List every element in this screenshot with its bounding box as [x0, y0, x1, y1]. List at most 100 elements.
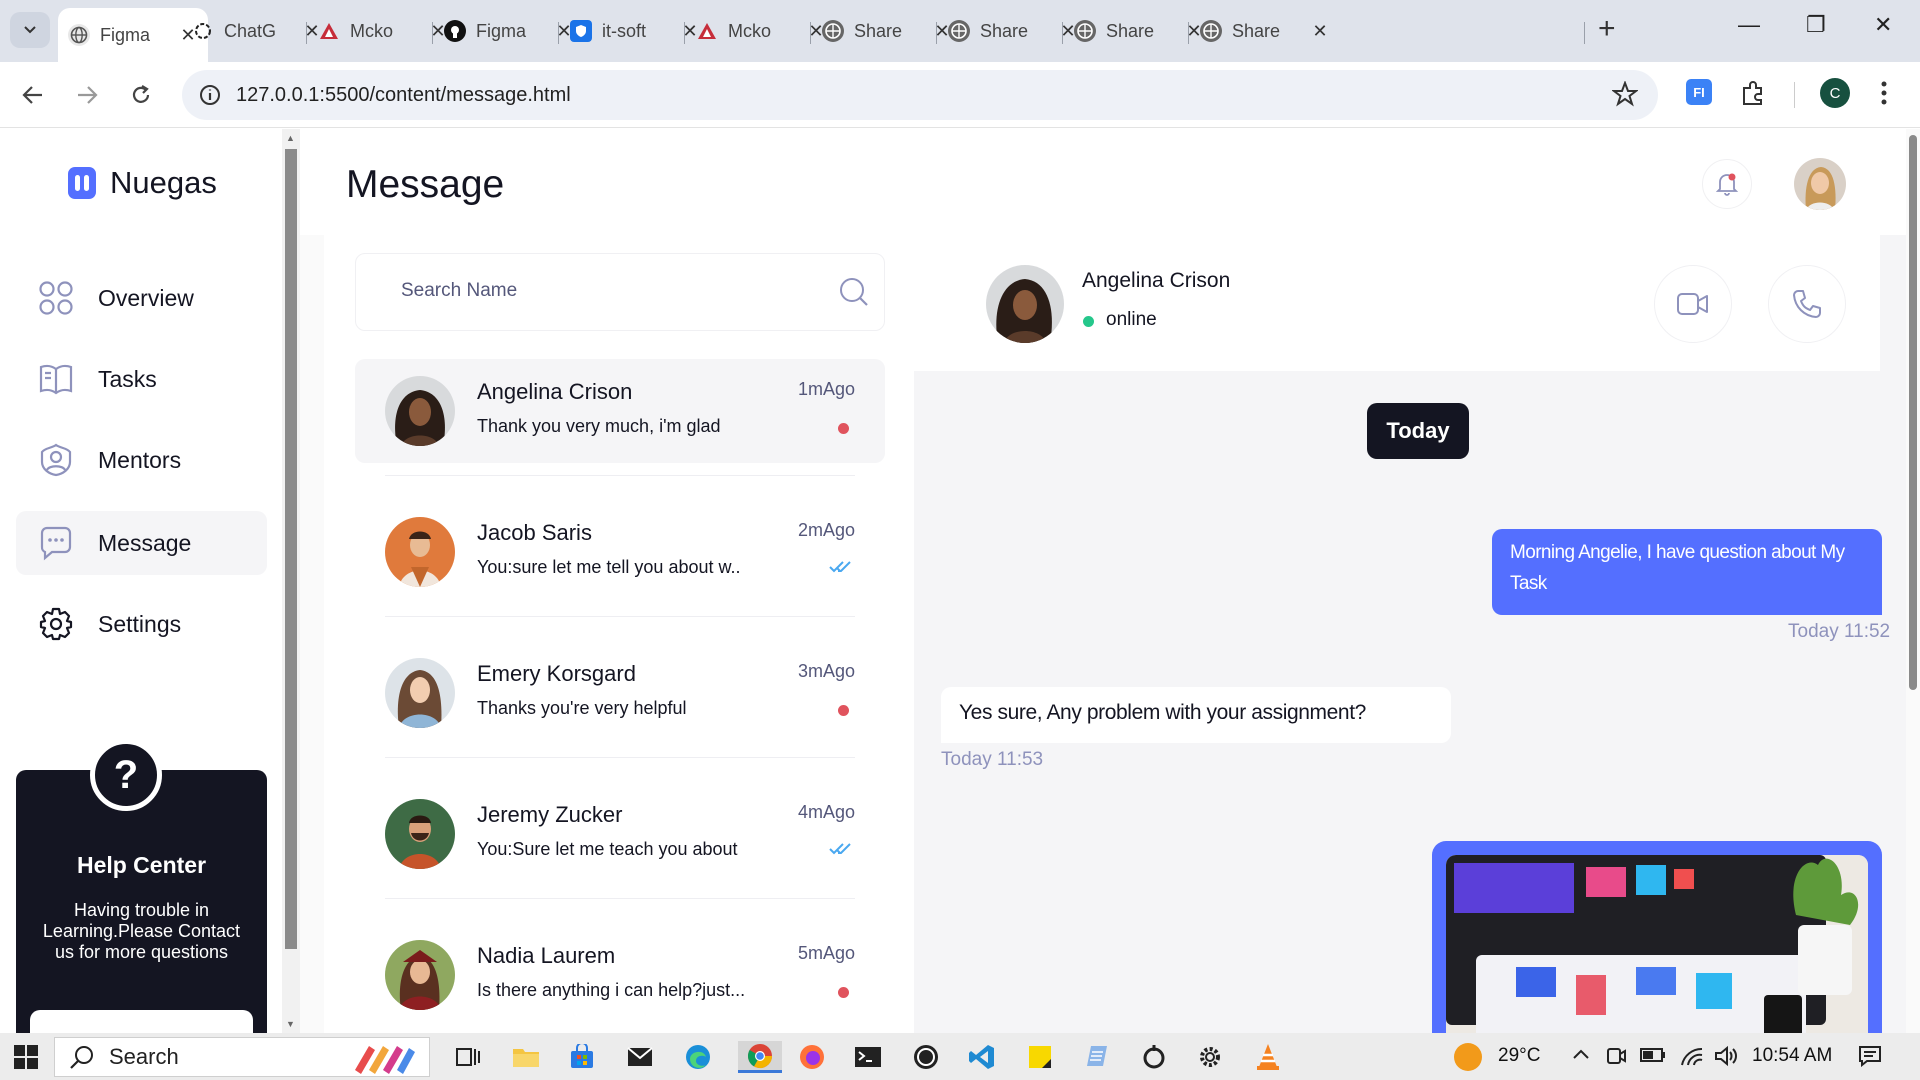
scroll-up-icon[interactable]: ▲ — [286, 133, 295, 143]
extension-fi-label: FI — [1686, 79, 1712, 105]
help-center-card: Help Center Having trouble in Learning.P… — [16, 770, 267, 1033]
contact-status: online — [1106, 309, 1157, 330]
extension-fi-icon[interactable]: FI — [1686, 79, 1712, 105]
voice-call-button[interactable] — [1768, 265, 1846, 343]
chevron-up-icon[interactable] — [1572, 1047, 1590, 1065]
divider — [385, 898, 855, 899]
image-message[interactable] — [1432, 841, 1882, 1033]
sidebar-item-tasks[interactable]: Tasks — [16, 347, 267, 411]
task-view-icon[interactable] — [452, 1041, 484, 1073]
workspace-photo — [1446, 855, 1868, 1033]
conversation-item[interactable]: Nadia Laurem Is there anything i can hel… — [355, 923, 885, 1027]
scrollbar-thumb[interactable] — [1909, 135, 1917, 690]
forward-button[interactable] — [70, 78, 104, 112]
tab-title: Figma — [100, 24, 151, 45]
minimize-icon[interactable]: — — [1738, 12, 1760, 38]
site-info-icon[interactable] — [198, 83, 222, 112]
conversation-item[interactable]: Jacob Saris You:sure let me tell you abo… — [355, 500, 885, 604]
notepad-icon[interactable] — [1080, 1041, 1112, 1073]
notification-center-icon[interactable] — [1858, 1045, 1882, 1072]
more-vert-icon[interactable] — [1880, 80, 1888, 111]
unread-dot — [838, 705, 849, 716]
book-icon — [39, 364, 73, 395]
tab-title: Share — [980, 20, 1029, 41]
conversation-item[interactable]: Angelina Crison Thank you very much, i'm… — [355, 359, 885, 463]
address-bar[interactable]: 127.0.0.1:5500/content/message.html — [182, 70, 1658, 120]
outgoing-message[interactable]: Morning Angelie, I have question about M… — [1492, 529, 1882, 615]
sticky-notes-icon[interactable] — [1024, 1041, 1056, 1073]
sidebar-item-label: Message — [98, 529, 192, 556]
browser-tab[interactable]: Share ✕ — [1190, 8, 1340, 54]
grid-icon — [39, 281, 73, 315]
help-center-button[interactable] — [30, 1010, 253, 1033]
day-separator: Today — [1367, 403, 1469, 459]
mcko-icon — [318, 20, 340, 42]
windows-start-icon[interactable] — [14, 1045, 38, 1074]
tab-title: Share — [854, 20, 903, 41]
sidebar-item-message[interactable]: Message — [16, 511, 267, 575]
tab-title: Mcko — [728, 20, 772, 41]
user-avatar[interactable] — [1794, 158, 1846, 210]
sidebar: Nuegas Overview Tasks Mentors Message Se… — [0, 129, 282, 1033]
search-input[interactable] — [401, 280, 821, 302]
sidebar-item-settings[interactable]: Settings — [16, 592, 267, 656]
conversation-item[interactable]: Jeremy Zucker You:Sure let me teach you … — [355, 782, 885, 886]
conversation-item[interactable]: Emery Korsgard Thanks you're very helpfu… — [355, 641, 885, 745]
conversation-preview: Thanks you're very helpful — [477, 698, 687, 718]
close-window-icon[interactable]: ✕ — [1874, 12, 1892, 38]
bookmark-star-icon[interactable] — [1611, 80, 1639, 112]
weather-sun-icon[interactable] — [1454, 1043, 1482, 1071]
search-icon[interactable] — [838, 276, 870, 313]
conversation-preview: You:Sure let me teach you about — [477, 839, 738, 859]
phone-icon — [1793, 290, 1821, 318]
chrome-icon[interactable] — [738, 1041, 782, 1073]
divider — [385, 757, 855, 758]
brand[interactable]: Nuegas — [68, 165, 217, 201]
reload-button[interactable] — [124, 78, 158, 112]
page-viewport: Nuegas Overview Tasks Mentors Message Se… — [0, 129, 1920, 1033]
vlc-icon[interactable] — [1252, 1041, 1284, 1073]
volume-icon[interactable] — [1714, 1045, 1738, 1072]
settings-gear-icon[interactable] — [1194, 1041, 1226, 1073]
scrollbar-thumb[interactable] — [285, 149, 297, 949]
gear-icon — [39, 607, 73, 641]
sidebar-scrollbar[interactable]: ▲ ▼ — [282, 129, 300, 1033]
weather-temperature[interactable]: 29°C — [1498, 1045, 1540, 1067]
close-icon[interactable]: ✕ — [1310, 21, 1330, 42]
video-call-button[interactable] — [1654, 265, 1732, 343]
wifi-icon[interactable] — [1680, 1045, 1704, 1072]
contact-avatar[interactable] — [986, 265, 1064, 343]
scroll-down-icon[interactable]: ▼ — [286, 1019, 295, 1029]
search-box[interactable] — [355, 253, 885, 331]
obs-icon[interactable] — [1138, 1041, 1170, 1073]
search-icon — [70, 1046, 93, 1069]
conversation-preview: Thank you very much, i'm glad — [477, 416, 721, 436]
battery-icon[interactable] — [1640, 1047, 1666, 1068]
edge-icon[interactable] — [682, 1041, 714, 1073]
terminal-icon[interactable] — [852, 1041, 884, 1073]
profile-avatar[interactable]: C — [1820, 78, 1850, 108]
whatsapp-icon[interactable] — [910, 1041, 942, 1073]
extensions-puzzle-icon[interactable] — [1740, 80, 1766, 111]
new-tab-button[interactable]: + — [1598, 14, 1616, 44]
sidebar-item-mentors[interactable]: Mentors — [16, 428, 267, 492]
clock[interactable]: 10:54 AM — [1752, 1045, 1832, 1067]
conversation-list: Angelina Crison Thank you very much, i'm… — [324, 235, 914, 1033]
notification-button[interactable] — [1702, 159, 1752, 209]
vscode-icon[interactable] — [966, 1041, 998, 1073]
incoming-message[interactable]: Yes sure, Any problem with your assignme… — [941, 687, 1451, 743]
back-button[interactable] — [16, 78, 50, 112]
restore-icon[interactable]: ❐ — [1806, 12, 1826, 38]
store-icon[interactable] — [566, 1041, 598, 1073]
file-explorer-icon[interactable] — [510, 1041, 542, 1073]
taskbar-search[interactable]: Search — [54, 1037, 430, 1077]
page-scrollbar[interactable] — [1906, 129, 1920, 1033]
mail-icon[interactable] — [624, 1041, 656, 1073]
tab-search-button[interactable] — [10, 12, 50, 48]
meet-now-icon[interactable] — [1606, 1045, 1626, 1072]
globe-icon — [948, 20, 970, 42]
tab-separator — [432, 22, 433, 44]
sidebar-item-overview[interactable]: Overview — [16, 266, 267, 330]
firefox-icon[interactable] — [796, 1041, 828, 1073]
url-text: 127.0.0.1:5500/content/message.html — [236, 84, 571, 106]
